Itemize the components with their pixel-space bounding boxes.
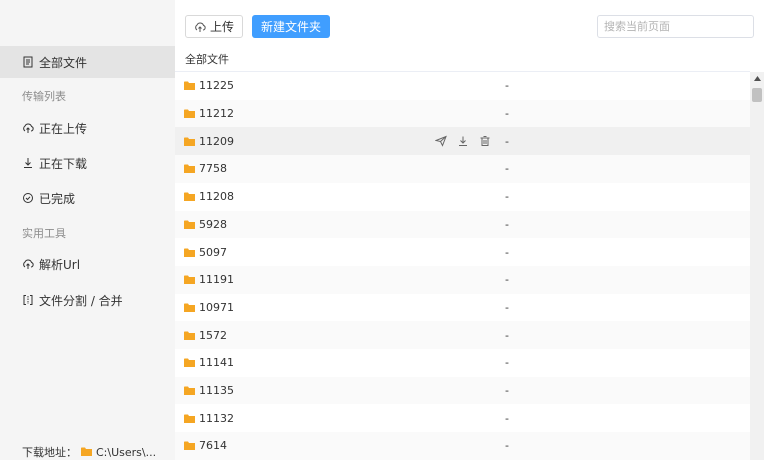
sidebar-item-all-files[interactable]: 全部文件 [0, 46, 175, 78]
file-name[interactable]: 11191 [199, 273, 234, 286]
sidebar-item-label: 全部文件 [39, 55, 88, 70]
file-name[interactable]: 5097 [199, 246, 227, 259]
folder-icon [184, 331, 195, 340]
file-size: - [505, 411, 509, 425]
sidebar-item-label: 解析Url [39, 257, 81, 272]
download-path-label: 下载地址： [22, 446, 77, 459]
table-row[interactable]: 1572 - [175, 321, 750, 349]
cloud-upload-icon [22, 122, 34, 134]
share-icon[interactable] [435, 135, 447, 147]
sidebar-item-completed[interactable]: 已完成 [0, 182, 175, 214]
file-name[interactable]: 11225 [199, 79, 234, 92]
download-icon[interactable] [457, 135, 469, 147]
split-icon [22, 294, 34, 306]
new-folder-button[interactable]: 新建文件夹 [252, 15, 330, 38]
file-name[interactable]: 11209 [199, 135, 234, 148]
table-row[interactable]: 11141 - [175, 349, 750, 377]
file-size: - [505, 356, 509, 370]
file-size: - [505, 439, 509, 453]
check-circle-icon [22, 192, 34, 204]
folder-icon [184, 137, 195, 146]
upload-button[interactable]: 上传 [185, 15, 243, 38]
folder-icon [184, 414, 195, 423]
file-size: - [505, 328, 509, 342]
table-row[interactable]: 10971 - [175, 294, 750, 322]
file-name[interactable]: 1572 [199, 329, 227, 342]
vertical-scrollbar[interactable] [750, 72, 764, 460]
file-name[interactable]: 7758 [199, 162, 227, 175]
search-input[interactable] [597, 15, 754, 38]
file-size: - [505, 300, 509, 314]
file-name[interactable]: 11208 [199, 190, 234, 203]
folder-icon [184, 386, 195, 396]
table-row[interactable]: 11225 - [175, 72, 750, 100]
file-size: - [505, 273, 509, 287]
file-size: - [505, 107, 509, 121]
file-name[interactable]: 11212 [199, 107, 234, 120]
cloud-upload-icon [22, 258, 34, 270]
file-name[interactable]: 10971 [199, 301, 234, 314]
tools-section-title: 实用工具 [22, 227, 66, 240]
cloud-upload-icon [195, 22, 206, 32]
scrollbar-thumb[interactable] [752, 88, 762, 102]
upload-button-label: 上传 [209, 20, 234, 34]
table-row[interactable]: 11191 - [175, 265, 750, 294]
table-row[interactable]: 7758 - [175, 155, 750, 183]
file-size: - [505, 190, 509, 204]
transfer-section-title: 传输列表 [22, 90, 66, 103]
sidebar-item-label: 正在下载 [39, 156, 88, 171]
table-row[interactable]: 11209 - [175, 127, 750, 156]
table-row[interactable]: 11132 - [175, 404, 750, 432]
table-row[interactable]: 11212 - [175, 99, 750, 128]
folder-icon [184, 358, 195, 368]
table-row[interactable]: 11135 - [175, 376, 750, 405]
folder-icon [81, 446, 92, 459]
download-path-value[interactable]: C:\Users\... [96, 446, 156, 459]
sidebar-item-parse-url[interactable]: 解析Url [0, 248, 175, 280]
delete-icon[interactable] [479, 135, 491, 147]
file-name[interactable]: 7614 [199, 439, 227, 452]
file-size: - [505, 245, 509, 259]
folder-icon [184, 109, 195, 119]
file-list: 11225 - 11212 - 11209 - 7758 - 11208 - 5… [175, 72, 750, 460]
file-name[interactable]: 11135 [199, 384, 234, 397]
file-size: - [505, 162, 509, 176]
sidebar-item-downloading[interactable]: 正在下载 [0, 147, 175, 179]
folder-icon [184, 192, 195, 202]
table-row[interactable]: 5928 - [175, 210, 750, 239]
folder-icon [184, 275, 195, 285]
sidebar-item-uploading[interactable]: 正在上传 [0, 112, 175, 144]
table-row[interactable]: 11208 - [175, 183, 750, 211]
file-size: - [505, 384, 509, 398]
sidebar-item-label: 文件分割 / 合并 [39, 293, 123, 308]
folder-icon [184, 248, 195, 257]
file-name[interactable]: 11132 [199, 412, 234, 425]
sidebar-item-label: 正在上传 [39, 121, 88, 136]
list-header-name: 全部文件 [185, 52, 229, 66]
sidebar-item-split-merge[interactable]: 文件分割 / 合并 [0, 284, 175, 316]
folder-icon [184, 220, 195, 229]
sidebar: 全部文件 传输列表 正在上传 正在下载 已完成 实用工具 解析Url 文件分割 … [0, 0, 175, 460]
file-size: - [505, 134, 509, 148]
folder-icon [184, 81, 195, 91]
download-path: 下载地址： C:\Users\... [22, 444, 156, 460]
sidebar-item-label: 已完成 [39, 191, 76, 206]
folder-icon [184, 441, 195, 451]
scroll-up-arrow-icon[interactable] [750, 72, 764, 85]
table-row[interactable]: 7614 - [175, 432, 750, 460]
file-name[interactable]: 5928 [199, 218, 227, 231]
list-header: 全部文件 [175, 46, 750, 72]
folder-icon [184, 303, 195, 312]
download-icon [22, 157, 34, 169]
folder-icon [184, 164, 195, 174]
row-actions [435, 135, 491, 147]
file-name[interactable]: 11141 [199, 356, 234, 369]
table-row[interactable]: 5097 - [175, 238, 750, 266]
document-icon [22, 56, 34, 68]
file-size: - [505, 217, 509, 231]
file-size: - [505, 79, 509, 93]
